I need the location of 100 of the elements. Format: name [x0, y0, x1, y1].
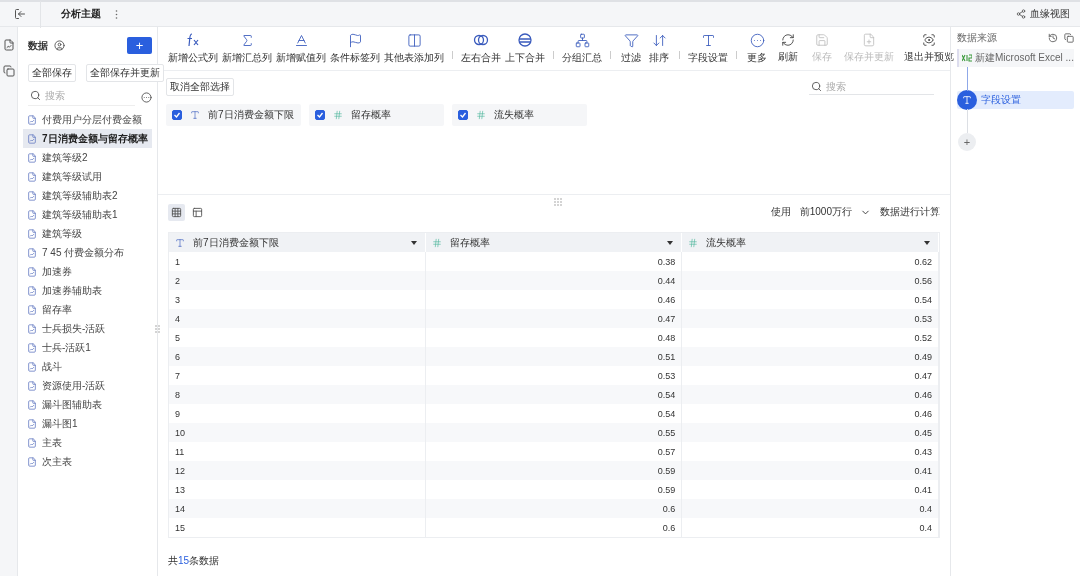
add-button[interactable]: +: [127, 37, 152, 54]
sidebar-item[interactable]: 加速券辅助表: [23, 281, 152, 300]
checkbox[interactable]: [315, 110, 325, 120]
compute-label: 数据进行计算: [880, 205, 940, 219]
field-card[interactable]: 流失概率: [452, 104, 587, 126]
data-icon[interactable]: [2, 39, 15, 51]
search-icon: [811, 81, 822, 92]
panel-title: 数据来源: [957, 31, 997, 45]
checkbox[interactable]: [458, 110, 468, 120]
number-type-icon: [688, 237, 699, 248]
dropdown-icon[interactable]: [410, 240, 417, 245]
chart-file-icon: [27, 456, 37, 467]
table-cell: 0.4: [682, 518, 939, 537]
toolbar-button[interactable]: 刷新: [774, 33, 802, 64]
toolbar-button[interactable]: 新增汇总列: [220, 32, 274, 65]
sidebar-item[interactable]: 资源使用-活跃: [23, 376, 152, 395]
sidebar-title: 数据: [28, 38, 48, 53]
toolbar-button[interactable]: 过滤: [617, 32, 645, 65]
sidebar-item[interactable]: 建筑等级辅助表1: [23, 205, 152, 224]
copy-icon[interactable]: [1064, 33, 1074, 43]
spreadsheet-icon: [962, 54, 972, 62]
sidebar-item[interactable]: 建筑等级2: [23, 148, 152, 167]
text-type-icon: [175, 237, 185, 248]
sidebar-item[interactable]: 7 45 付费金额分布: [23, 243, 152, 262]
chart-file-icon: [27, 114, 37, 125]
sidebar-item[interactable]: 建筑等级辅助表2: [23, 186, 152, 205]
flag-icon: [347, 32, 363, 48]
save-all-button[interactable]: 全部保存: [28, 64, 76, 82]
splitter-handle[interactable]: [554, 198, 563, 206]
row-limit-select[interactable]: 前1000万行: [796, 205, 874, 219]
chart-file-icon: [27, 380, 37, 391]
number-type-icon: [476, 110, 486, 120]
history-icon[interactable]: [1048, 33, 1058, 43]
field-name: 留存概率: [351, 108, 391, 122]
formula-icon: [185, 32, 201, 48]
toolbar-button[interactable]: 其他表添加列: [382, 32, 446, 65]
use-label: 使用: [770, 205, 791, 219]
sidebar-item[interactable]: 建筑等级: [23, 224, 152, 243]
add-step-button[interactable]: +: [958, 133, 976, 151]
dropdown-icon[interactable]: [924, 240, 930, 245]
sidebar-item[interactable]: 战斗: [23, 357, 152, 376]
toolbar-button[interactable]: 更多: [743, 32, 771, 65]
toolbar-button[interactable]: 左右合并: [459, 32, 503, 65]
chart-file-icon: [27, 285, 37, 296]
checkbox[interactable]: [172, 110, 182, 120]
columns-icon: [406, 32, 422, 48]
overlap-circles-icon: [473, 32, 489, 48]
deselect-all-button[interactable]: 取消全部选择: [166, 78, 234, 96]
exit-icon[interactable]: [14, 8, 26, 20]
refresh-icon: [781, 33, 795, 47]
toolbar-button[interactable]: 分组汇总: [560, 32, 604, 65]
field-card[interactable]: 留存概率: [309, 104, 444, 126]
toolbar-button[interactable]: 新增赋值列: [274, 32, 328, 65]
preview-icon: [922, 33, 936, 47]
sidebar-item[interactable]: 士兵损失-活跃: [23, 319, 152, 338]
source-node[interactable]: 新建Microsoft Excel ...: [957, 49, 1074, 67]
sidebar-item[interactable]: 付费用户分层付费金额: [23, 110, 152, 129]
sidebar-item[interactable]: 建筑等级试用: [23, 167, 152, 186]
chart-file-icon: [27, 304, 37, 315]
sidebar-item[interactable]: 士兵-活跃1: [23, 338, 152, 357]
sidebar-item[interactable]: 漏斗图辅助表: [23, 395, 152, 414]
toolbar-button[interactable]: 条件标签列: [328, 32, 382, 65]
stacked-circle-icon: [517, 32, 533, 48]
field-settings-icon: [957, 90, 977, 110]
chart-file-icon: [27, 323, 37, 334]
analysis-title: 分析主题: [61, 7, 101, 21]
sidebar-item[interactable]: 次主表: [23, 452, 152, 471]
save-all-update-button[interactable]: 全部保存并更新: [86, 64, 164, 82]
chart-file-icon: [27, 171, 37, 182]
grid-view-button[interactable]: [168, 203, 185, 221]
toolbar-button[interactable]: 上下合并: [503, 32, 547, 65]
lineage-view-button[interactable]: 血缘视图: [1030, 7, 1070, 21]
sidebar-item[interactable]: 加速券: [23, 262, 152, 281]
chart-file-icon: [27, 399, 37, 410]
toolbar-button[interactable]: 新增公式列: [166, 32, 220, 65]
chart-file-icon: [27, 152, 37, 163]
chart-file-icon: [27, 247, 37, 258]
toolbar-button[interactable]: 字段设置: [686, 32, 730, 65]
sidebar-item[interactable]: 漏斗图1: [23, 414, 152, 433]
field-card[interactable]: 前7日消费金额下限: [166, 104, 301, 126]
sidebar-item[interactable]: 留存率: [23, 300, 152, 319]
sort-icon: [651, 32, 667, 48]
field-name: 前7日消费金额下限: [208, 108, 294, 122]
step-node[interactable]: 字段设置: [957, 91, 1074, 109]
more-icon[interactable]: [115, 9, 118, 19]
more-icon[interactable]: [141, 91, 152, 103]
chart-file-icon: [27, 228, 37, 239]
save-icon: [815, 33, 829, 47]
sidebar-item[interactable]: 主表: [23, 433, 152, 452]
toolbar-button[interactable]: 排序: [645, 32, 673, 65]
sidebar-item[interactable]: 7日消费金额与留存概率: [23, 129, 152, 148]
flow-icon[interactable]: [2, 65, 15, 77]
search-icon: [30, 90, 41, 101]
row-count-text: 共15条数据: [168, 555, 220, 566]
lineage-icon[interactable]: [1016, 9, 1026, 19]
text-format-icon: [293, 32, 309, 48]
user-icon[interactable]: [54, 40, 65, 51]
table-cell: 0.6: [425, 518, 683, 537]
dropdown-icon[interactable]: [667, 240, 674, 245]
resize-handle[interactable]: [155, 325, 161, 333]
